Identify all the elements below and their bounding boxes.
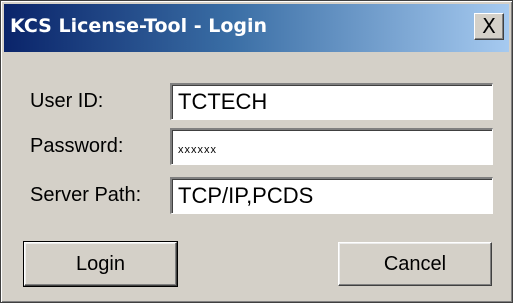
user-id-label: User ID: [30,90,104,112]
password-input[interactable] [170,128,493,165]
server-path-label: Server Path: [30,184,142,206]
close-button[interactable]: X [474,13,504,40]
window-title: KCS License-Tool - Login [10,15,268,37]
login-dialog: KCS License-Tool - Login X User ID: Pass… [0,0,513,303]
title-bar[interactable]: KCS License-Tool - Login X [4,4,509,52]
close-icon: X [482,14,496,38]
login-button[interactable]: Login [23,241,178,287]
user-id-input[interactable] [170,83,493,120]
cancel-button[interactable]: Cancel [338,242,492,286]
server-path-input[interactable] [170,177,493,214]
password-label: Password: [30,135,124,157]
